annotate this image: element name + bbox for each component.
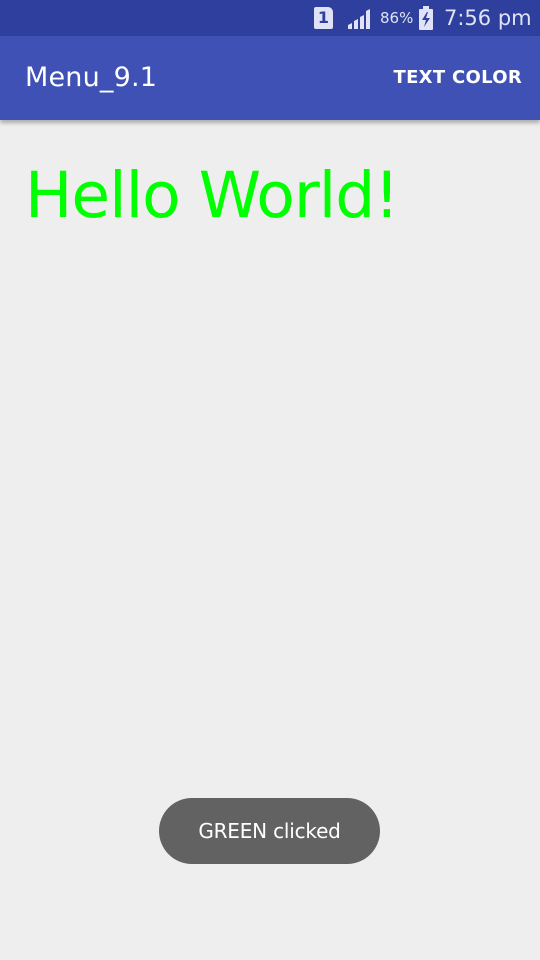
toast-message: GREEN clicked [159, 798, 380, 864]
status-clock: 7:56 pm [444, 6, 532, 30]
sim-card-icon: 1 [314, 7, 333, 29]
app-title: Menu_9.1 [25, 62, 158, 93]
battery-charging-icon [419, 6, 433, 30]
app-bar: Menu_9.1 TEXT COLOR [0, 36, 540, 120]
battery-percentage: 86% [380, 9, 414, 27]
text-color-menu-button[interactable]: TEXT COLOR [394, 66, 523, 90]
hello-world-text: Hello World! [25, 159, 400, 232]
status-bar: 1 86% 7:56 pm [0, 0, 540, 36]
cell-signal-icon [348, 9, 370, 29]
